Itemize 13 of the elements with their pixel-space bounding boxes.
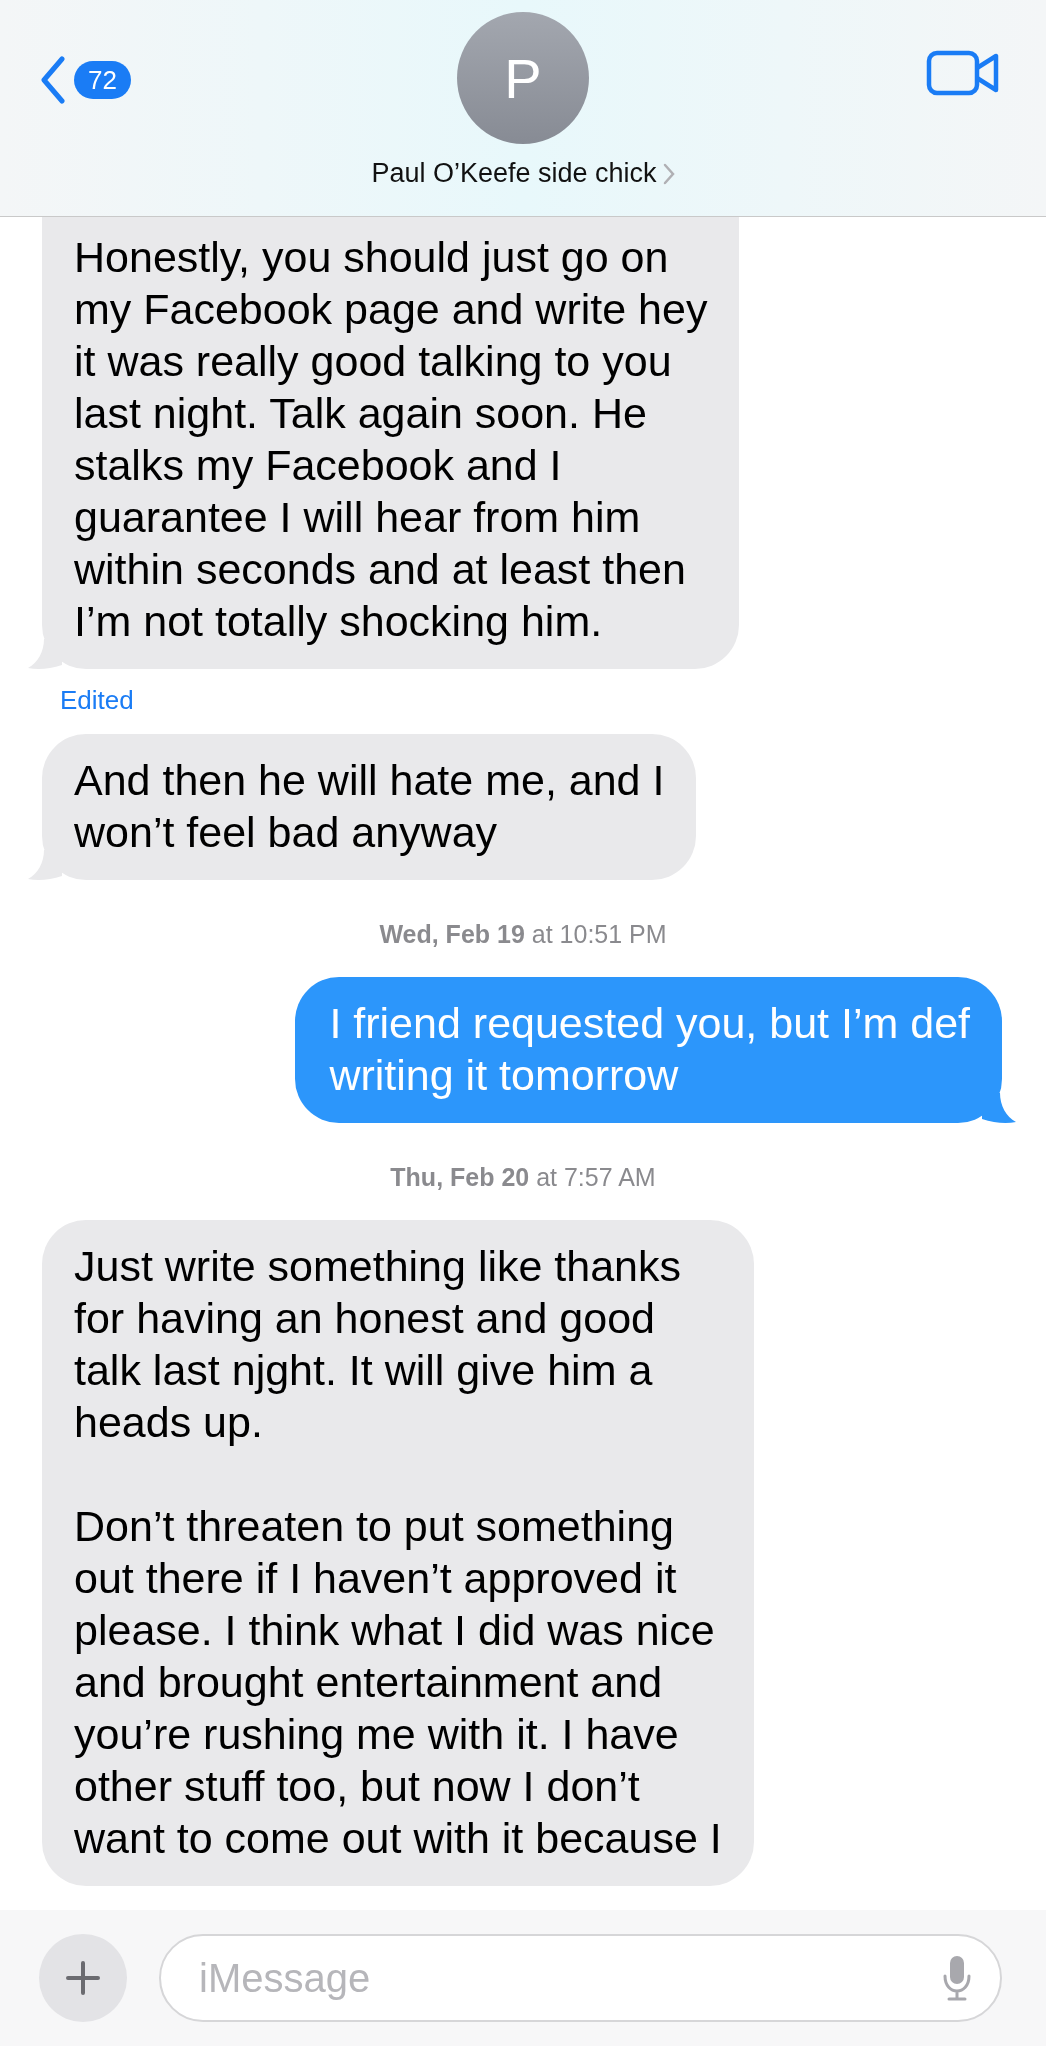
plus-icon[interactable] [65, 1960, 101, 1996]
back-icon[interactable] [40, 56, 66, 104]
edited-label: Edited [59, 684, 135, 717]
chevron-icon[interactable] [662, 162, 675, 185]
unread-count-badge[interactable]: 72 [74, 61, 131, 99]
microphone-icon[interactable] [942, 1954, 972, 2002]
message-field[interactable]: iMessage [159, 1934, 1002, 2022]
contact-avatar[interactable]: P [457, 12, 589, 144]
timestamp: Thu, Feb 20 at 7:57 AM [389, 1163, 657, 1192]
video-camera-icon[interactable] [926, 50, 1000, 96]
timestamp: Wed, Feb 19 at 10:51 PM [378, 920, 668, 949]
contact-name[interactable]: Paul O’Keefe side chick [371, 158, 657, 189]
bubble-tail-icon [982, 1093, 1016, 1123]
